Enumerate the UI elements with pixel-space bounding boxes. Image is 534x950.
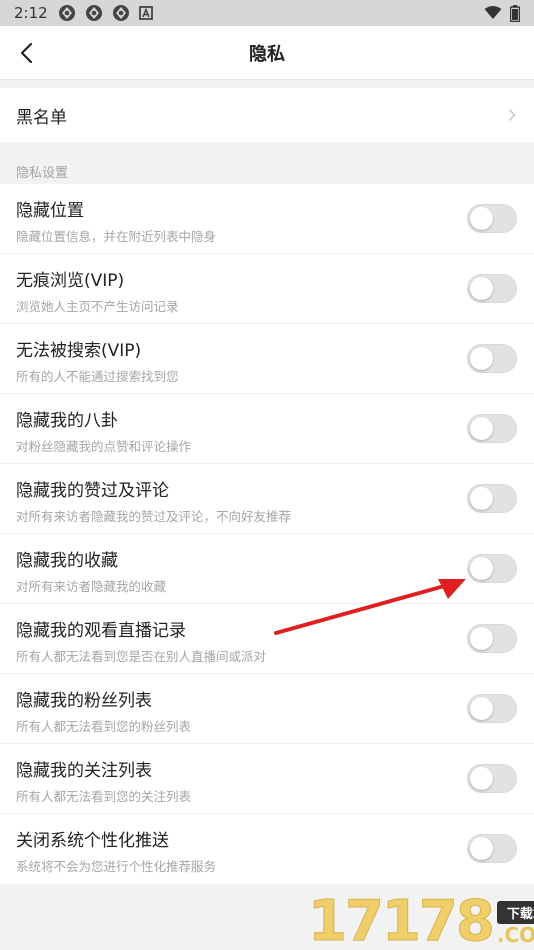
- toggle-knob: [470, 417, 493, 440]
- setting-title: 无痕浏览(VIP): [16, 271, 125, 291]
- setting-description: 对所有来访者隐藏我的收藏: [16, 579, 167, 594]
- toggle-knob: [470, 277, 493, 300]
- setting-row-disable-personalized-push: 关闭系统个性化推送 系统将不会为您进行个性化推荐服务: [0, 814, 534, 884]
- status-right-icons: [484, 4, 520, 22]
- hide-likes-comments-toggle[interactable]: [467, 484, 517, 513]
- chevron-left-icon: [20, 42, 33, 64]
- toggle-knob: [470, 487, 493, 510]
- blacklist-row[interactable]: 黑名单: [0, 88, 534, 142]
- setting-description: 所有的人不能通过搜索找到您: [16, 369, 179, 384]
- setting-description: 对所有来访者隐藏我的赞过及评论，不向好友推荐: [16, 509, 292, 524]
- page-title: 隐私: [249, 43, 285, 65]
- section-title-privacy-settings: 隐私设置: [16, 166, 69, 181]
- back-button[interactable]: [14, 41, 38, 65]
- wifi-icon: [484, 6, 502, 19]
- setting-row-hide-likes-comments: 隐藏我的赞过及评论 对所有来访者隐藏我的赞过及评论，不向好友推荐: [0, 464, 534, 534]
- watermark-digits: 17178: [308, 889, 496, 950]
- battery-icon: [510, 4, 520, 22]
- setting-row-hide-fans-list: 隐藏我的粉丝列表 所有人都无法看到您的粉丝列表: [0, 674, 534, 744]
- setting-description: 所有人都无法看到您的粉丝列表: [16, 719, 192, 734]
- setting-title: 隐藏我的赞过及评论: [16, 481, 169, 501]
- top-bar: 隐私: [0, 26, 534, 80]
- setting-description: 系统将不会为您进行个性化推荐服务: [16, 859, 217, 874]
- setting-row-hide-following-list: 隐藏我的关注列表 所有人都无法看到您的关注列表: [0, 744, 534, 814]
- setting-row-hide-gossip: 隐藏我的八卦 对粉丝隐藏我的点赞和评论操作: [0, 394, 534, 464]
- privacy-settings-list: 隐藏位置 隐藏位置信息，并在附近列表中隐身 无痕浏览(VIP) 浏览她人主页不产…: [0, 184, 534, 884]
- hide-favorites-toggle[interactable]: [467, 554, 517, 583]
- setting-description: 对粉丝隐藏我的点赞和评论操作: [16, 439, 192, 454]
- toggle-knob: [470, 557, 493, 580]
- status-time: 2:12: [14, 4, 48, 22]
- toggle-knob: [470, 347, 493, 370]
- blacklist-label: 黑名单: [16, 107, 67, 128]
- status-bar: 2:12: [0, 0, 534, 26]
- setting-description: 所有人都无法看到您的关注列表: [16, 789, 192, 804]
- app-notification-icon: [112, 5, 129, 21]
- toggle-knob: [470, 697, 493, 720]
- a-box-icon: [138, 6, 153, 20]
- disable-personalized-push-toggle[interactable]: [467, 834, 517, 863]
- app-notification-icon: [58, 5, 75, 21]
- setting-title: 隐藏我的收藏: [16, 551, 118, 571]
- setting-row-unsearchable: 无法被搜索(VIP) 所有的人不能通过搜索找到您: [0, 324, 534, 394]
- hide-following-list-toggle[interactable]: [467, 764, 517, 793]
- setting-title: 隐藏我的八卦: [16, 411, 118, 431]
- setting-title: 隐藏我的观看直播记录: [16, 621, 186, 641]
- setting-row-incognito-browse: 无痕浏览(VIP) 浏览她人主页不产生访问记录: [0, 254, 534, 324]
- site-watermark: 17178 下载站 .COM: [308, 888, 534, 950]
- setting-description: 隐藏位置信息，并在附近列表中隐身: [16, 229, 217, 244]
- incognito-browse-toggle[interactable]: [467, 274, 517, 303]
- toggle-knob: [470, 627, 493, 650]
- setting-row-hide-location: 隐藏位置 隐藏位置信息，并在附近列表中隐身: [0, 184, 534, 254]
- unsearchable-toggle[interactable]: [467, 344, 517, 373]
- watermark-badge: 下载站: [496, 901, 534, 924]
- hide-fans-list-toggle[interactable]: [467, 694, 517, 723]
- hide-location-toggle[interactable]: [467, 204, 517, 233]
- hide-gossip-toggle[interactable]: [467, 414, 517, 443]
- watermark-right: 下载站 .COM: [496, 901, 534, 947]
- setting-description: 所有人都无法看到您是否在别人直播间或派对: [16, 649, 267, 664]
- annotation-arrow-icon: [274, 579, 466, 635]
- app-notification-icon: [85, 5, 102, 21]
- setting-title: 隐藏我的关注列表: [16, 761, 152, 781]
- setting-title: 无法被搜索(VIP): [16, 341, 142, 361]
- toggle-knob: [470, 207, 493, 230]
- setting-title: 隐藏位置: [16, 201, 84, 221]
- setting-title: 隐藏我的粉丝列表: [16, 691, 152, 711]
- toggle-knob: [470, 837, 493, 860]
- watermark-suffix: .COM: [496, 923, 534, 947]
- setting-title: 关闭系统个性化推送: [16, 831, 169, 851]
- hide-live-history-toggle[interactable]: [467, 624, 517, 653]
- chevron-right-icon: [508, 108, 516, 122]
- toggle-knob: [470, 767, 493, 790]
- setting-description: 浏览她人主页不产生访问记录: [16, 299, 179, 314]
- notification-icons: [58, 4, 153, 22]
